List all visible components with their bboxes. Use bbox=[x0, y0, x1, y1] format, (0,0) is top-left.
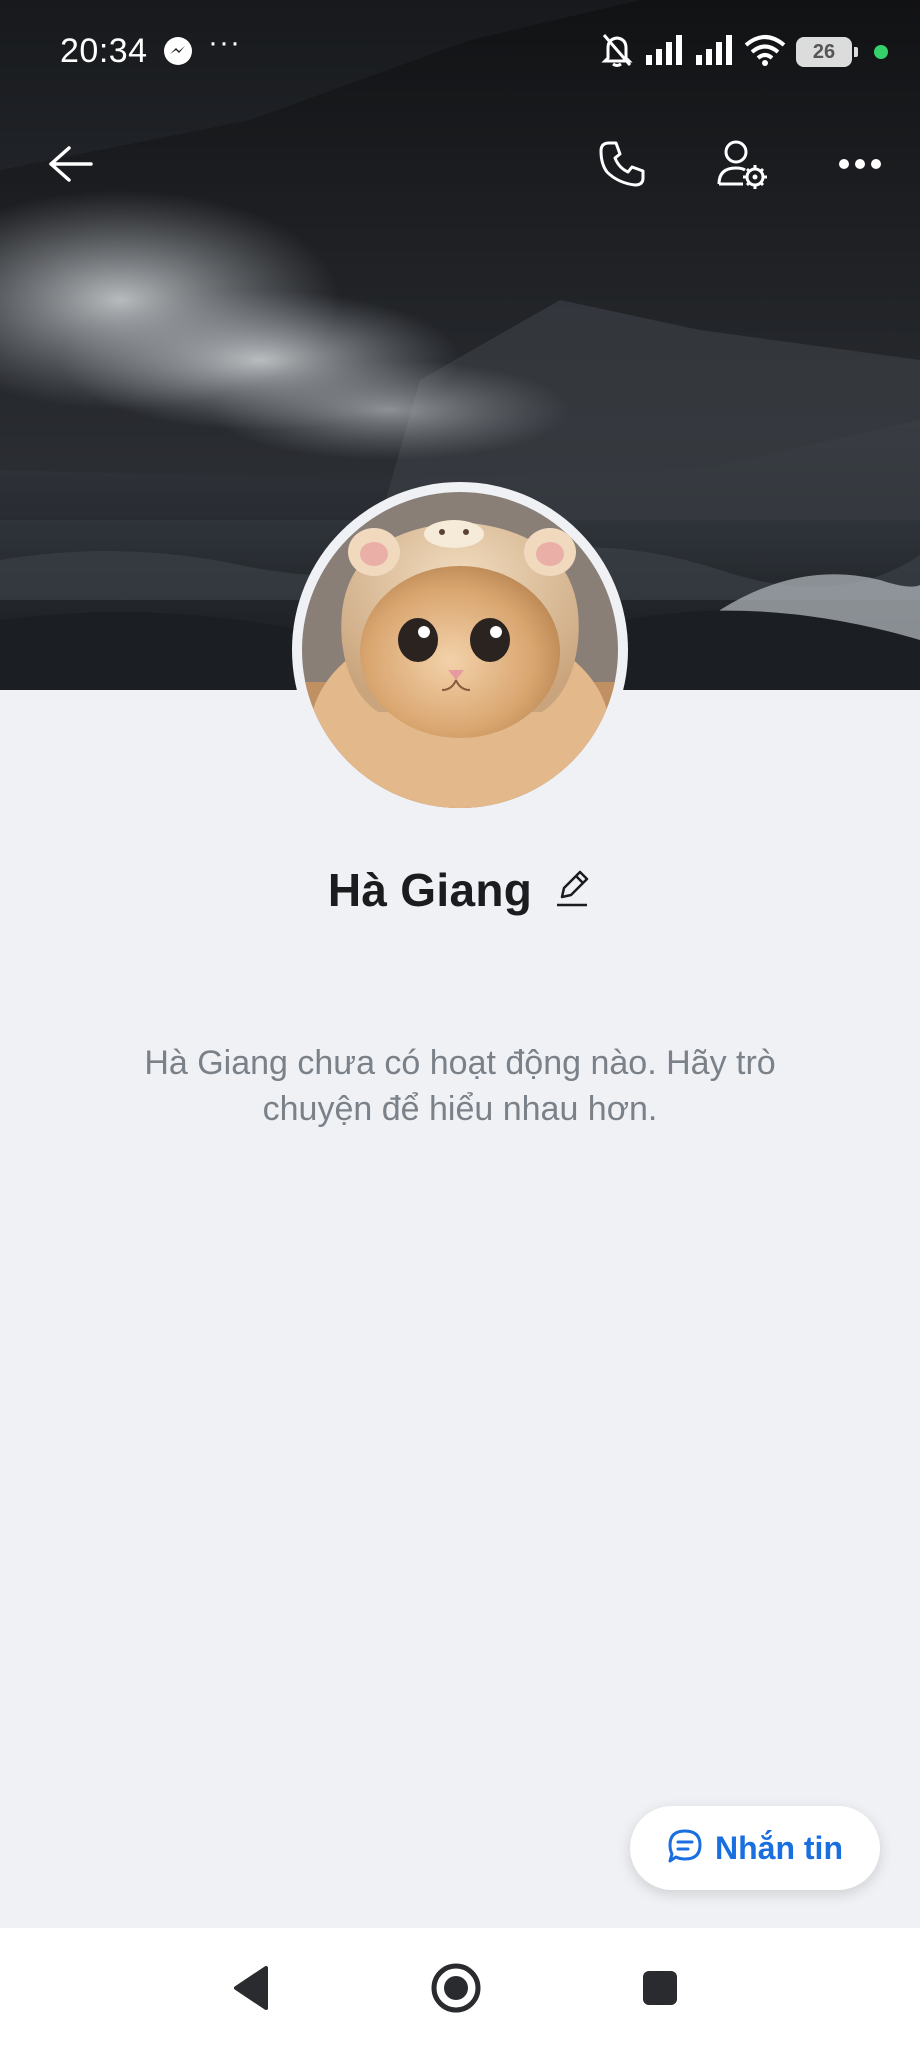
profile-name-row: Hà Giang bbox=[0, 858, 920, 922]
avatar-image bbox=[302, 492, 618, 808]
status-icons: 26 bbox=[600, 30, 888, 74]
back-triangle-icon[interactable] bbox=[222, 1958, 282, 2018]
message-button-label: Nhắn tin bbox=[715, 1829, 843, 1866]
chat-bubble-icon bbox=[667, 1828, 703, 1869]
phone-icon bbox=[597, 139, 647, 194]
messenger-icon bbox=[163, 36, 193, 71]
wifi-icon bbox=[744, 33, 786, 72]
empty-activity-message: Hà Giang chưa có hoạt động nào. Hãy trò … bbox=[144, 1044, 776, 1128]
home-circle-icon[interactable] bbox=[426, 1958, 486, 2018]
status-more-indicator: ··· bbox=[208, 26, 241, 59]
pencil-icon bbox=[554, 867, 590, 914]
system-nav-bar bbox=[0, 1928, 920, 2047]
message-button[interactable]: Nhắn tin bbox=[630, 1806, 880, 1890]
back-button[interactable] bbox=[34, 130, 106, 202]
signal-icon bbox=[644, 33, 684, 72]
status-time: 20:34 bbox=[60, 32, 148, 70]
battery-icon: 26 bbox=[796, 37, 858, 67]
user-settings-icon bbox=[716, 138, 768, 195]
profile-settings-button[interactable] bbox=[706, 130, 778, 202]
edit-name-button[interactable] bbox=[552, 867, 592, 913]
back-arrow-icon bbox=[47, 144, 93, 189]
privacy-indicator-dot bbox=[874, 45, 888, 59]
status-bar: 20:34 ··· 26 bbox=[0, 0, 920, 104]
signal-icon bbox=[694, 33, 734, 72]
profile-name: Hà Giang bbox=[327, 864, 533, 916]
more-dots-icon bbox=[838, 157, 882, 175]
call-button[interactable] bbox=[586, 130, 658, 202]
avatar[interactable] bbox=[292, 482, 628, 818]
recents-square-icon[interactable] bbox=[630, 1958, 690, 2018]
bell-off-icon bbox=[600, 32, 634, 73]
more-options-button[interactable] bbox=[824, 130, 896, 202]
